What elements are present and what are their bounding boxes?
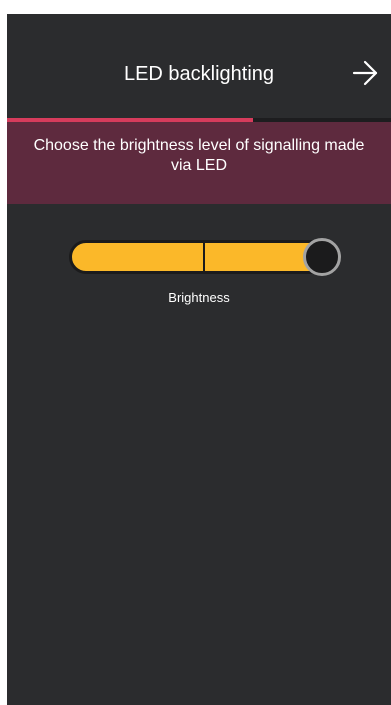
- brightness-slider[interactable]: [67, 238, 345, 280]
- brightness-label: Brightness: [168, 290, 230, 305]
- instruction-banner: Choose the brightness level of signallin…: [7, 122, 391, 204]
- brightness-slider-track[interactable]: [69, 240, 341, 274]
- arrow-right-icon: [352, 60, 378, 86]
- page-title: LED backlighting: [123, 63, 275, 85]
- app-screen: LED backlighting Choose the brightness l…: [7, 14, 391, 705]
- next-button[interactable]: [351, 58, 379, 88]
- brightness-slider-knob[interactable]: [303, 238, 341, 276]
- brightness-slider-midpoint: [203, 240, 205, 274]
- instruction-text: Choose the brightness level of signallin…: [33, 137, 365, 174]
- header: LED backlighting: [7, 14, 391, 120]
